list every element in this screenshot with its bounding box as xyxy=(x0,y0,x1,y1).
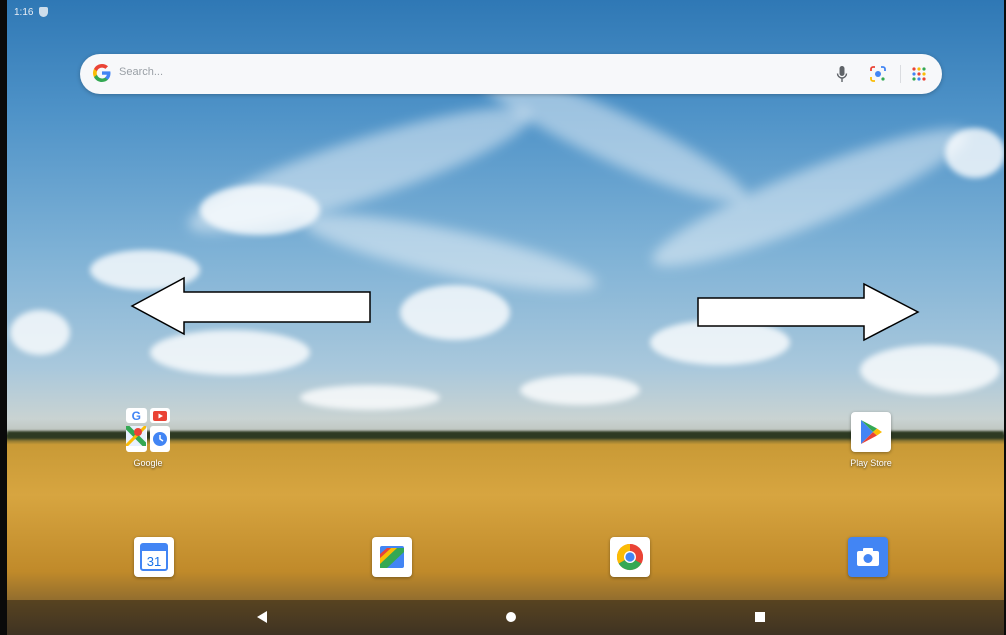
wallpaper-cloud xyxy=(642,108,978,287)
search-placeholder[interactable]: Search... xyxy=(119,66,163,78)
wallpaper-cloud xyxy=(200,185,320,235)
lens-icon[interactable] xyxy=(869,65,887,83)
wallpaper-cloud xyxy=(945,128,1005,178)
right-arrow-icon xyxy=(697,282,920,342)
recents-icon[interactable] xyxy=(749,606,771,628)
calendar-icon[interactable]: 31 xyxy=(134,537,174,577)
youtube-icon xyxy=(149,408,170,423)
home-icon[interactable] xyxy=(500,606,522,628)
clock-icon xyxy=(149,426,170,452)
google-folder[interactable]: G Google xyxy=(124,408,172,468)
maps-icon xyxy=(124,424,148,452)
wallpaper-cloud xyxy=(520,375,640,405)
play-store-label: Play Store xyxy=(850,458,892,468)
google-search-bar[interactable]: Search... xyxy=(80,54,942,94)
wallpaper-cloud xyxy=(400,285,510,340)
wallpaper-cloud xyxy=(150,330,310,375)
search-bar-divider xyxy=(900,65,901,83)
mic-icon[interactable] xyxy=(836,65,848,83)
shield-icon xyxy=(39,7,49,17)
screen-bezel xyxy=(0,0,7,635)
chrome-icon[interactable] xyxy=(610,537,650,577)
app-grid-icon[interactable] xyxy=(910,65,928,83)
google-app-icon: G xyxy=(126,408,147,423)
status-bar: 1:16 xyxy=(14,4,49,20)
wallpaper-cloud xyxy=(300,385,440,410)
left-arrow-icon xyxy=(130,276,371,336)
google-g-icon xyxy=(92,63,112,85)
google-folder-label: Google xyxy=(133,458,163,468)
back-icon[interactable] xyxy=(251,606,273,628)
files-icon[interactable] xyxy=(372,537,412,577)
play-store-app[interactable]: Play Store xyxy=(836,412,906,468)
wallpaper-cloud xyxy=(10,310,70,355)
status-time: 1:16 xyxy=(14,6,34,18)
wallpaper-cloud xyxy=(860,345,1000,395)
google-folder-icon[interactable]: G xyxy=(124,408,170,452)
camera-icon[interactable] xyxy=(848,537,888,577)
calendar-day: 31 xyxy=(147,554,161,569)
play-store-icon[interactable] xyxy=(851,412,891,452)
